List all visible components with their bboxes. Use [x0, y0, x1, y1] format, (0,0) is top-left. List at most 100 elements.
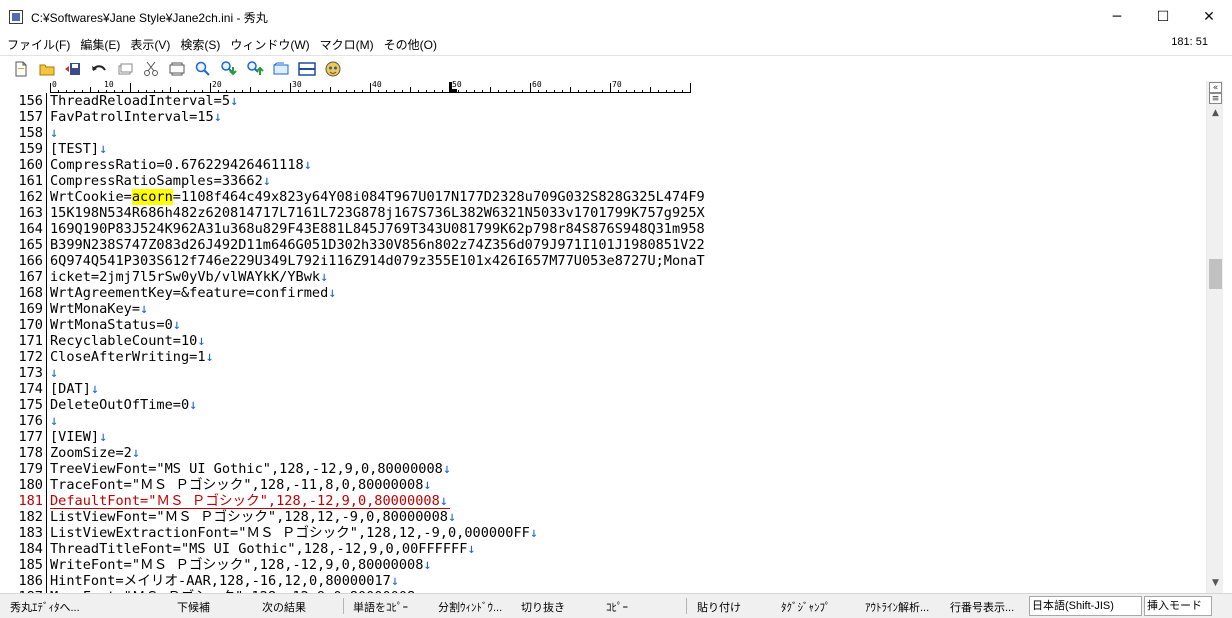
editor-line[interactable]: 162 WrtCookie=acorn=1108f464c49x823y64Y08… — [0, 189, 1206, 205]
minimize-button[interactable]: ─ — [1094, 0, 1140, 34]
editor-line[interactable]: 182 ListViewFont="ＭＳ Ｐゴシック",128,12,-9,0,8… — [0, 509, 1206, 525]
line-text: RecyclableCount=10↓ — [50, 333, 206, 349]
editor-line[interactable]: 178 ZoomSize=2↓ — [0, 445, 1206, 461]
editor-line[interactable]: 170 WrtMonaStatus=0↓ — [0, 317, 1206, 333]
status-copy-word[interactable]: 単語をｺﾋﾟｰ — [353, 599, 408, 615]
copy-icon[interactable] — [166, 58, 188, 80]
editor-line[interactable]: 166 6Q974Q541P303S612f746e229U349L792i116… — [0, 253, 1206, 269]
editor-line[interactable]: 175 DeleteOutOfTime=0↓ — [0, 397, 1206, 413]
editor-line[interactable]: 171 RecyclableCount=10↓ — [0, 333, 1206, 349]
line-text: ↓ — [50, 413, 58, 429]
scroll-top-button[interactable]: « — [1209, 82, 1222, 93]
menu-macro[interactable]: マクロ(M) — [315, 36, 379, 53]
save-icon[interactable] — [62, 58, 84, 80]
editor-line[interactable]: 157 FavPatrolInterval=15↓ — [0, 109, 1206, 125]
editor-line[interactable]: 183 ListViewExtractionFont="ＭＳ Ｐゴシック",128… — [0, 525, 1206, 541]
undo-icon[interactable] — [88, 58, 110, 80]
editor-line[interactable]: 169 WrtMonaKey=↓ — [0, 301, 1206, 317]
find-prev-icon[interactable] — [244, 58, 266, 80]
status-encoding[interactable]: 日本語(Shift-JIS) — [1029, 596, 1142, 616]
scroll-up-arrow[interactable]: ▲ — [1207, 105, 1224, 121]
status-outline[interactable]: ｱｳﾄﾗｲﾝ解析... — [865, 599, 929, 615]
hidemaru-app-icon[interactable] — [9, 10, 23, 24]
newline-mark: ↓ — [197, 333, 206, 349]
redo-icon[interactable] — [114, 58, 136, 80]
newline-mark: ↓ — [529, 525, 538, 541]
line-number: 172 — [18, 349, 43, 365]
line-text: TreeViewFont="MS UI Gothic",128,-12,9,0,… — [50, 461, 452, 477]
editor-line[interactable]: 186 HintFont=メイリオ-AAR,128,-16,12,0,800000… — [0, 573, 1206, 589]
editor-line[interactable]: 167 icket=2jmj7l5rSw0yVb/vlWAYkK/YBwk↓ — [0, 269, 1206, 285]
editor-line[interactable]: 156 ThreadReloadInterval=5↓ — [0, 93, 1206, 109]
grep-icon[interactable] — [270, 58, 292, 80]
editor-line[interactable]: 160 CompressRatio=0.676229426461118↓ — [0, 157, 1206, 173]
line-text: ↓ — [50, 125, 58, 141]
title-bar: C:¥Softwares¥Jane Style¥Jane2ch.ini - 秀丸… — [0, 0, 1232, 34]
menu-view[interactable]: 表示(V) — [125, 36, 175, 53]
status-cut[interactable]: 切り抜き — [521, 599, 565, 615]
line-number: 165 — [18, 237, 43, 253]
line-text: ↓ — [50, 365, 58, 381]
editor-line[interactable]: 184 ThreadTitleFont="MS UI Gothic",128,-1… — [0, 541, 1206, 557]
status-tag-jump[interactable]: ﾀｸﾞｼﾞｬﾝﾌﾟ — [781, 599, 831, 615]
editor-line[interactable]: 165 B399N238S747Z083d26J492D11m646G051D30… — [0, 237, 1206, 253]
window-controls: ─ ☐ ✕ — [1094, 0, 1232, 34]
window-title: C:¥Softwares¥Jane Style¥Jane2ch.ini - 秀丸 — [31, 10, 268, 25]
gutter-separator — [46, 477, 47, 493]
status-split-window[interactable]: 分割ｳｨﾝﾄﾞｳ... — [438, 599, 502, 615]
newline-mark: ↓ — [172, 317, 181, 333]
find-icon[interactable] — [192, 58, 214, 80]
close-button[interactable]: ✕ — [1186, 0, 1232, 34]
editor-line[interactable]: 163 15K198N534R686h482z620814717L7161L723… — [0, 205, 1206, 221]
line-number: 183 — [18, 525, 43, 541]
status-copy[interactable]: ｺﾋﾟｰ — [606, 599, 628, 615]
editor-line[interactable]: 161 CompressRatioSamples=33662↓ — [0, 173, 1206, 189]
text-editor[interactable]: » 156ThreadReloadInterval=5↓157FavPatrol… — [0, 93, 1206, 593]
editor-line[interactable]: 172 CloseAfterWriting=1↓ — [0, 349, 1206, 365]
editor-line[interactable]: 173 ↓ — [0, 365, 1206, 381]
new-file-icon[interactable] — [10, 58, 32, 80]
editor-line[interactable]: 164 169Q190P83J524K962A31u368u829F43E881L… — [0, 221, 1206, 237]
editor-line[interactable]: 159 [TEST]↓ — [0, 141, 1206, 157]
status-mode[interactable]: 秀丸ｴﾃﾞｨﾀへ... — [10, 599, 80, 615]
menu-window[interactable]: ウィンドウ(W) — [225, 36, 314, 53]
find-next-icon[interactable] — [218, 58, 240, 80]
cut-icon[interactable] — [140, 58, 162, 80]
line-number: 174 — [18, 381, 43, 397]
editor-line[interactable]: 174 [DAT]↓ — [0, 381, 1206, 397]
line-number: 181 — [18, 493, 43, 509]
editor-line[interactable]: 158 ↓ — [0, 125, 1206, 141]
menu-other[interactable]: その他(O) — [379, 36, 442, 53]
maximize-button[interactable]: ☐ — [1140, 0, 1186, 34]
status-candidates[interactable]: 下候補 — [177, 599, 210, 615]
editor-line[interactable]: 177 [VIEW]↓ — [0, 429, 1206, 445]
menu-search[interactable]: 検索(S) — [175, 36, 225, 53]
status-paste[interactable]: 貼り付け — [697, 599, 741, 615]
status-next-result[interactable]: 次の結果 — [262, 599, 306, 615]
menu-edit[interactable]: 編集(E) — [75, 36, 125, 53]
line-number: 160 — [18, 157, 43, 173]
editor-line[interactable]: 176 ↓ — [0, 413, 1206, 429]
search-highlight: acorn — [131, 189, 173, 205]
split-window-icon[interactable] — [296, 58, 318, 80]
editor-line[interactable]: 185 WriteFont="ＭＳ Ｐゴシック",128,-12,9,0,8000… — [0, 557, 1206, 573]
gutter-separator — [46, 125, 47, 141]
vertical-scrollbar[interactable]: « ≡ ▲ ▼ — [1206, 81, 1223, 593]
ruler-ticks — [50, 82, 691, 93]
open-folder-icon[interactable] — [36, 58, 58, 80]
scroll-thumb[interactable] — [1209, 259, 1222, 289]
line-number: 161 — [18, 173, 43, 189]
status-line-numbers[interactable]: 行番号表示... — [950, 599, 1014, 615]
editor-line[interactable]: 181 DefaultFont="ＭＳ Ｐゴシック",128,-12,9,0,80… — [0, 493, 1206, 509]
help-icon[interactable] — [322, 58, 344, 80]
editor-line[interactable]: 180 TraceFont="ＭＳ Ｐゴシック",128,-11,8,0,8000… — [0, 477, 1206, 493]
ruler-label-10: 10 — [104, 80, 114, 89]
menu-file[interactable]: ファイル(F) — [2, 36, 75, 53]
editor-line[interactable]: 168 WrtAgreementKey=&feature=confirmed↓ — [0, 285, 1206, 301]
ruler-toggle-button[interactable]: ≡ — [1209, 93, 1222, 104]
scroll-down-arrow[interactable]: ▼ — [1207, 575, 1224, 591]
editor-line[interactable]: 179 TreeViewFont="MS UI Gothic",128,-12,9… — [0, 461, 1206, 477]
gutter-separator — [46, 253, 47, 269]
line-number: 169 — [18, 301, 43, 317]
status-insert-mode[interactable]: 挿入モード — [1144, 596, 1212, 616]
